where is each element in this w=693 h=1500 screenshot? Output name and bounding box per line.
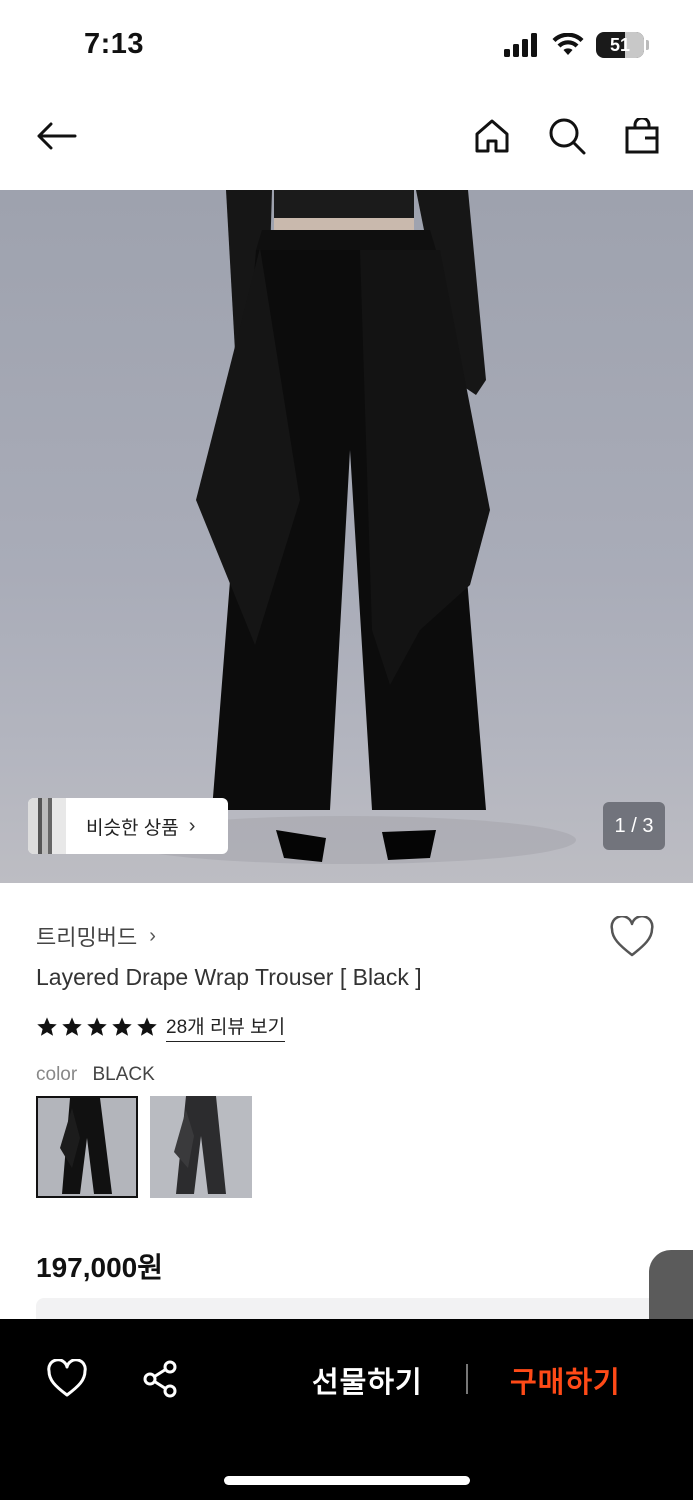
product-image-carousel[interactable]: 비슷한 상품 › 1 / 3 xyxy=(0,190,693,883)
star-icon xyxy=(137,1017,157,1036)
color-label: color xyxy=(36,1064,78,1085)
star-icon xyxy=(112,1017,132,1036)
status-icons: 51 xyxy=(504,32,649,58)
star-icon xyxy=(62,1017,82,1036)
chevron-right-icon: › xyxy=(149,924,156,947)
heart-outline-icon xyxy=(47,1358,87,1397)
similar-products-label: 비슷한 상품 xyxy=(86,817,179,839)
wishlist-button[interactable] xyxy=(609,915,657,962)
battery-icon: 51 xyxy=(596,32,644,58)
chevron-right-icon: › xyxy=(188,814,196,837)
similar-products-button[interactable]: 비슷한 상품 › xyxy=(28,798,228,854)
back-button[interactable] xyxy=(34,114,78,158)
shopping-bag-icon xyxy=(625,118,659,154)
status-bar: 7:13 51 xyxy=(0,0,693,92)
home-icon xyxy=(475,119,509,153)
top-nav xyxy=(0,92,693,190)
rating-stars xyxy=(36,1016,158,1038)
battery-tip xyxy=(646,40,649,50)
product-photo xyxy=(116,190,576,864)
button-divider xyxy=(466,1364,468,1394)
product-price: 197,000원 xyxy=(36,1252,163,1283)
rating-row: 28개 리뷰 보기 xyxy=(36,1012,286,1042)
arrow-left-icon xyxy=(37,122,77,150)
color-value: BLACK xyxy=(92,1064,155,1085)
product-title: Layered Drape Wrap Trouser [ Black ] xyxy=(36,964,422,990)
star-icon xyxy=(87,1017,107,1036)
wishlist-bottom-button[interactable] xyxy=(46,1358,88,1399)
brand-name: 트리밍버드 xyxy=(36,925,138,950)
gift-button[interactable]: 선물하기 xyxy=(312,1359,423,1401)
color-swatches xyxy=(36,1096,252,1198)
image-counter: 1 / 3 xyxy=(603,802,665,850)
share-icon xyxy=(143,1360,177,1398)
swatch-black[interactable] xyxy=(36,1096,138,1198)
status-time: 7:13 xyxy=(84,28,145,60)
swatch-charcoal[interactable] xyxy=(150,1096,252,1198)
cart-button[interactable] xyxy=(620,114,664,158)
review-link[interactable]: 28개 리뷰 보기 xyxy=(166,1012,286,1042)
cellular-signal-icon xyxy=(504,33,537,57)
battery-level: 51 xyxy=(609,34,631,55)
brand-link[interactable]: 트리밍버드 › xyxy=(36,920,156,952)
search-icon xyxy=(549,118,586,155)
search-button[interactable] xyxy=(545,114,589,158)
home-indicator xyxy=(224,1476,470,1485)
home-button[interactable] xyxy=(470,114,514,158)
star-icon xyxy=(37,1017,57,1036)
share-button[interactable] xyxy=(140,1359,180,1399)
buy-button[interactable]: 구매하기 xyxy=(510,1359,621,1401)
swatch-thumbnail xyxy=(38,1098,136,1196)
similar-thumbnail xyxy=(28,798,66,854)
heart-outline-icon xyxy=(610,915,654,957)
swatch-thumbnail xyxy=(150,1096,252,1198)
color-row: color BLACK xyxy=(36,1064,155,1086)
bottom-action-bar: 선물하기 구매하기 xyxy=(0,1319,693,1500)
wifi-icon xyxy=(552,33,584,55)
